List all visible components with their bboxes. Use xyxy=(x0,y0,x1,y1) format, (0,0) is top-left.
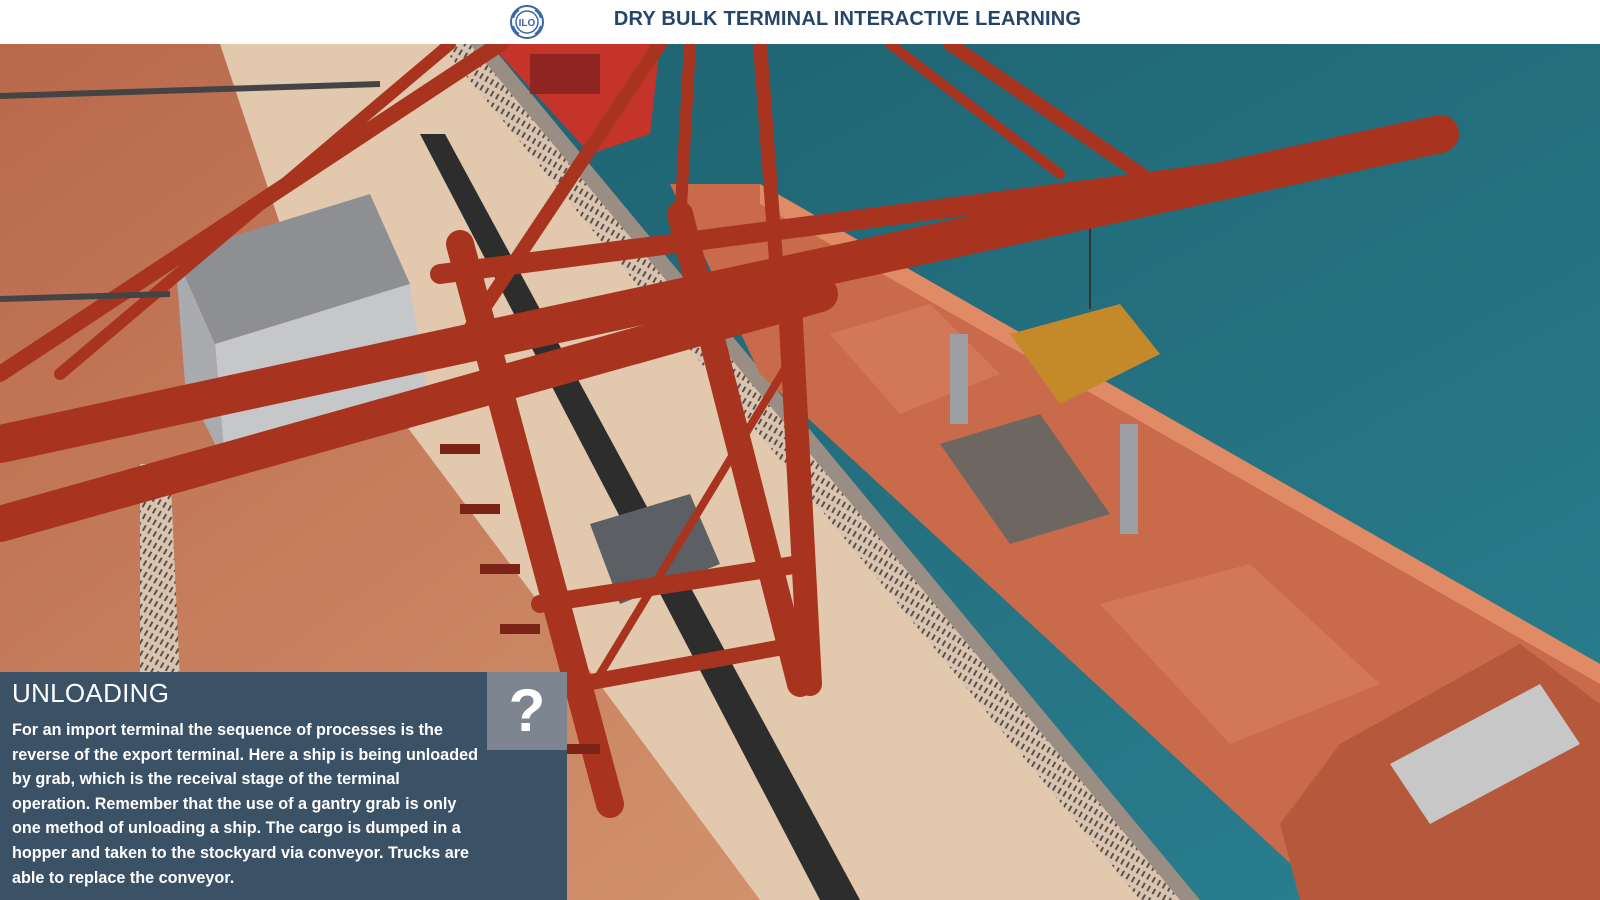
help-button[interactable]: ? xyxy=(487,672,567,750)
question-mark-icon: ? xyxy=(508,677,546,744)
header-bar: ILO DRY BULK TERMINAL INTERACTIVE LEARNI… xyxy=(0,0,1600,44)
info-description: For an import terminal the sequence of p… xyxy=(12,721,478,887)
page-title: DRY BULK TERMINAL INTERACTIVE LEARNING xyxy=(613,8,1082,30)
info-panel: UNLOADING For an import terminal the seq… xyxy=(0,672,567,900)
info-heading: UNLOADING xyxy=(12,678,170,708)
